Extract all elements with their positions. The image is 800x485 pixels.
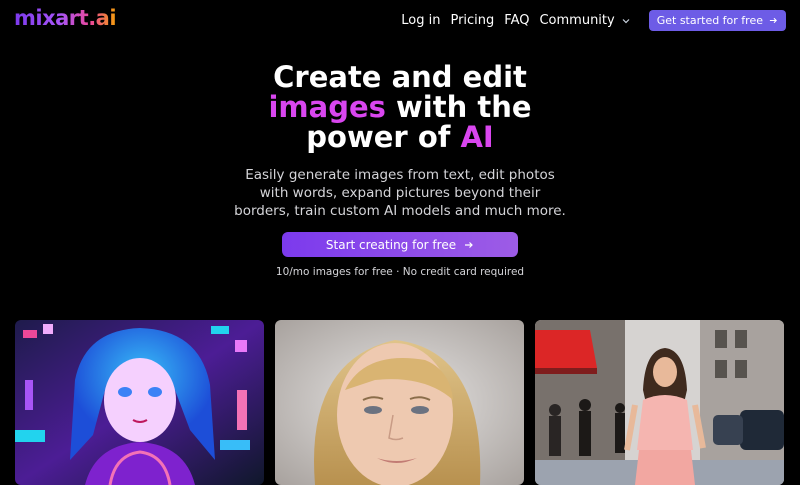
hero-title-accent-images: images: [268, 90, 386, 124]
hero-section: Create and edit images with the power of…: [0, 62, 800, 278]
pricing-link[interactable]: Pricing: [450, 13, 494, 28]
get-started-label: Get started for free: [656, 14, 763, 27]
hero-title-accent-ai: AI: [460, 120, 494, 154]
login-link[interactable]: Log in: [401, 13, 440, 28]
community-label: Community: [539, 13, 615, 28]
hero-title-line2: with the: [385, 90, 532, 124]
top-navbar: mixart.ai Log in Pricing FAQ Community G…: [0, 0, 800, 40]
chevron-down-icon: [622, 18, 630, 23]
example-gallery: [15, 320, 785, 485]
faq-link[interactable]: FAQ: [504, 13, 529, 28]
arrow-right-icon: [465, 241, 473, 248]
street-fashion-image: [535, 320, 784, 485]
free-tier-note: 10/mo images for free · No credit card r…: [275, 266, 525, 278]
hero-subtitle: Easily generate images from text, edit p…: [234, 167, 566, 219]
logo[interactable]: mixart.ai: [14, 6, 117, 30]
blonde-portrait-image: [275, 320, 524, 485]
hero-title-line3: power of: [306, 120, 461, 154]
arrow-right-icon: [769, 17, 777, 24]
gallery-image-anime-portrait[interactable]: [15, 320, 264, 485]
gallery-image-street-fashion[interactable]: [535, 320, 784, 485]
gallery-image-blonde-portrait[interactable]: [275, 320, 524, 485]
hero-title-line1: Create and edit: [273, 60, 527, 94]
start-creating-label: Start creating for free: [325, 237, 457, 252]
community-dropdown[interactable]: Community: [539, 13, 630, 28]
hero-title: Create and edit images with the power of…: [0, 62, 800, 152]
nav-links: Log in Pricing FAQ Community Get started…: [401, 10, 786, 31]
start-creating-button[interactable]: Start creating for free: [282, 232, 518, 257]
get-started-button[interactable]: Get started for free: [648, 10, 786, 31]
anime-portrait-image: [15, 320, 264, 485]
